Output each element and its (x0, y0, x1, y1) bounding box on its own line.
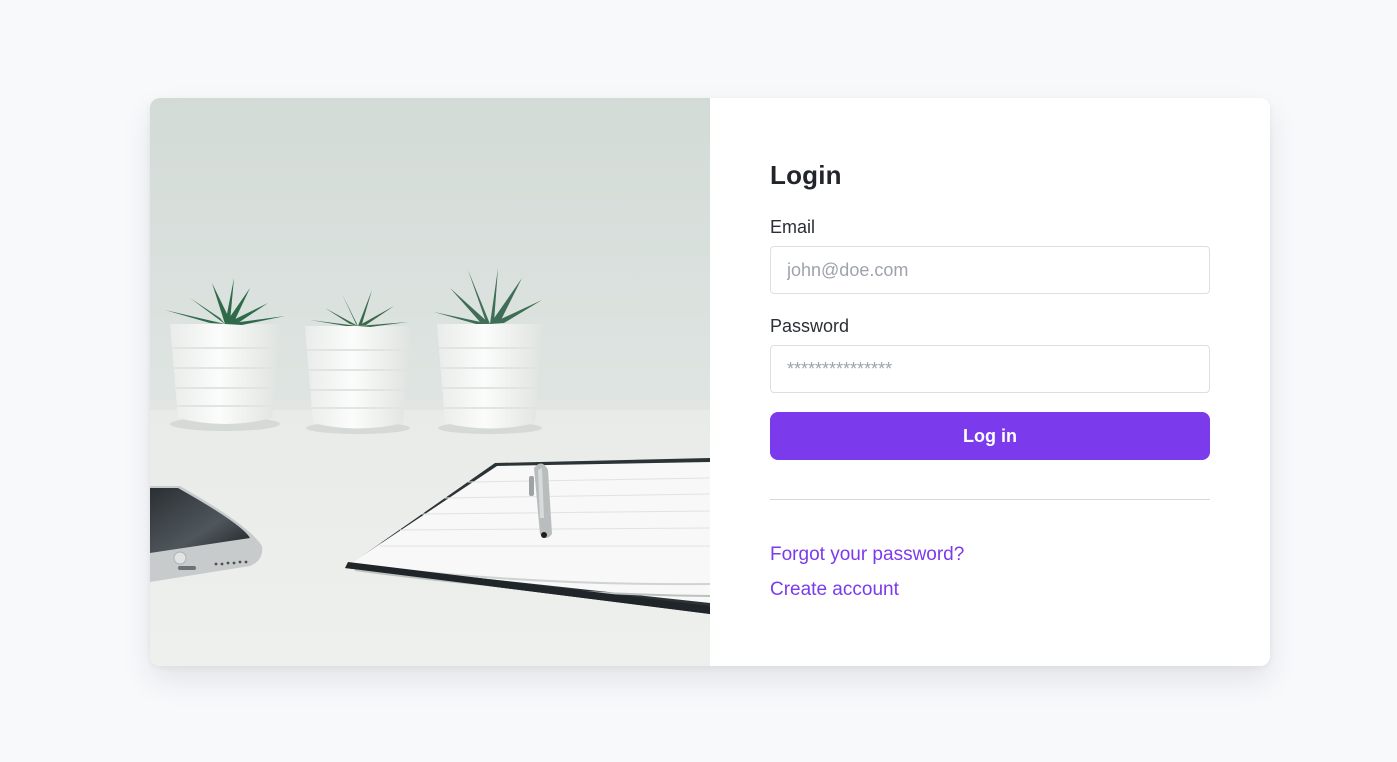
create-account-link[interactable]: Create account (770, 579, 899, 601)
email-label: Email (770, 217, 816, 237)
login-card: Login Email Password Log in Forgot your … (150, 98, 1270, 666)
login-button[interactable]: Log in (770, 412, 1210, 460)
hero-photo (150, 98, 710, 666)
divider (770, 499, 1210, 500)
page-title: Login (770, 160, 842, 190)
password-field[interactable] (770, 345, 1210, 393)
login-form: Login Email Password Log in Forgot your … (710, 98, 1270, 666)
email-field[interactable] (770, 246, 1210, 294)
password-label: Password (770, 316, 850, 336)
forgot-password-link[interactable]: Forgot your password? (770, 544, 964, 566)
